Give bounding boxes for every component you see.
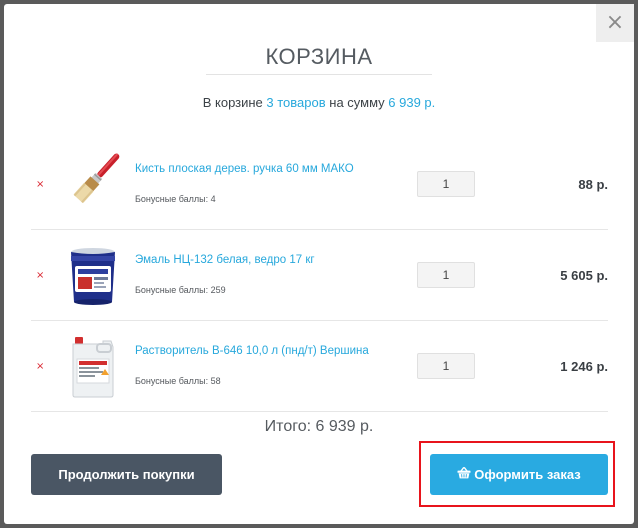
item-price: 5 605 р. (560, 268, 608, 283)
modal-title: КОРЗИНА (265, 44, 373, 69)
product-name-link[interactable]: Растворитель В-646 10,0 л (пнд/т) Вершин… (135, 345, 369, 357)
remove-icon[interactable]: × (36, 270, 44, 281)
summary-middle: на сумму (325, 95, 389, 110)
product-image-solvent-canister[interactable] (59, 333, 127, 399)
quantity-input[interactable] (417, 353, 475, 379)
close-icon[interactable]: × (606, 10, 624, 35)
quantity-input[interactable] (417, 171, 475, 197)
bonus-points: Бонусные баллы: 259 (135, 285, 226, 295)
summary-amount: 6 939 р. (388, 95, 436, 110)
bonus-points: Бонусные баллы: 58 (135, 376, 221, 386)
remove-icon[interactable]: × (36, 179, 44, 190)
cart-item: × Эмаль НЦ-132 белая, ведро 17 кг Бонусн… (31, 230, 608, 321)
cart-modal: × КОРЗИНА В корзине 3 товаров на сумму 6… (4, 4, 634, 524)
summary-prefix: В корзине (202, 95, 267, 110)
cart-summary: В корзине 3 товаров на сумму 6 939 р. (4, 95, 634, 110)
product-name-link[interactable]: Эмаль НЦ-132 белая, ведро 17 кг (135, 254, 315, 266)
remove-icon[interactable]: × (36, 361, 44, 372)
quantity-input[interactable] (417, 262, 475, 288)
checkout-button-label: Оформить заказ (474, 467, 581, 482)
product-image-brush[interactable] (59, 151, 127, 217)
checkout-button[interactable]: Оформить заказ (430, 454, 608, 495)
product-name-link[interactable]: Кисть плоская дерев. ручка 60 мм МАКО (135, 163, 354, 175)
cart-items: × Кисть плоская дерев. ручка 60 мм МАКО … (31, 139, 608, 412)
cart-total: Итого: 6 939 р. (264, 418, 374, 435)
product-image-enamel-bucket[interactable] (59, 242, 127, 308)
title-divider (206, 74, 432, 75)
bonus-points: Бонусные баллы: 4 (135, 194, 216, 204)
basket-icon (457, 454, 471, 495)
continue-shopping-button[interactable]: Продолжить покупки (31, 454, 222, 495)
close-button[interactable]: × (596, 4, 634, 42)
item-price: 88 р. (578, 177, 608, 192)
cart-item: × Растворитель В-646 10,0 л (пнд/т) Верш… (31, 321, 608, 412)
cart-item: × Кисть плоская дерев. ручка 60 мм МАКО … (31, 139, 608, 230)
item-price: 1 246 р. (560, 359, 608, 374)
summary-count: 3 товаров (266, 95, 326, 110)
